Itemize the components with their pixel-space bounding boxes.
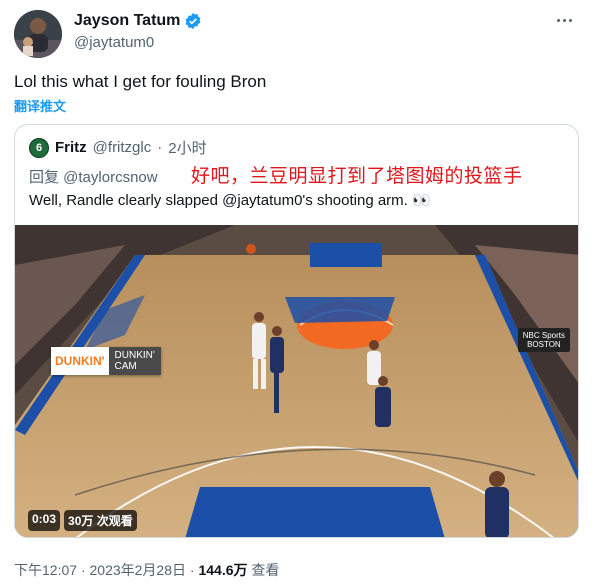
brand-line-1: DUNKIN' (114, 350, 155, 361)
author-name-row[interactable]: Jayson Tatum (74, 12, 202, 30)
quoted-separator: · (157, 139, 163, 156)
meta-separator: · (189, 562, 195, 578)
quoted-author-handle[interactable]: @fritzglc (93, 139, 152, 156)
network-line-1: NBC Sports (522, 331, 565, 340)
quoted-author-name[interactable]: Fritz (55, 139, 87, 156)
translate-tweet-link[interactable]: 翻译推文 (14, 96, 66, 115)
tweet-date[interactable]: 2023年2月28日 (90, 562, 187, 578)
caption-overlay: 好吧，兰豆明显打到了塔图姆的投篮手 (191, 166, 523, 187)
quoted-tweet-text: Well, Randle clearly slapped @jaytatum0'… (29, 192, 431, 209)
network-logo: NBC Sports BOSTON (517, 328, 570, 352)
more-options-icon[interactable] (553, 12, 575, 28)
brand-logo: DUNKIN' (51, 347, 109, 375)
video-frame (15, 225, 578, 537)
tweet-text: Lol this what I get for fouling Bron (14, 72, 267, 91)
video-duration: 0:03 (28, 510, 61, 531)
video-views: 30万 次观看 (64, 510, 137, 531)
brand-line-2: CAM (114, 361, 137, 372)
tweet-view-label: 查看 (251, 562, 280, 578)
quoted-timestamp[interactable]: 2小时 (168, 137, 206, 158)
quoted-tweet[interactable]: 6 Fritz @fritzglc · 2小时 回复 @taylorcsnow … (14, 124, 579, 538)
dunkin-cam-overlay: DUNKIN' DUNKIN' CAM (51, 347, 161, 375)
tweet-time[interactable]: 下午12:07 (14, 562, 77, 578)
verified-badge-icon (185, 12, 201, 30)
network-line-2: BOSTON (527, 340, 561, 349)
tweet-view-count: 144.6万 (198, 562, 248, 578)
author-avatar[interactable] (14, 10, 62, 58)
meta-separator: · (80, 562, 86, 578)
video-player[interactable]: DUNKIN' DUNKIN' CAM NBC Sports BOSTON (15, 225, 578, 537)
video-info: 0:03 30万 次观看 (28, 510, 137, 531)
brand-cam-label: DUNKIN' CAM (108, 347, 161, 375)
tweet-meta: 下午12:07 · 2023年2月28日 · 144.6万 查看 (14, 560, 279, 580)
reply-to-label[interactable]: 回复 @taylorcsnow (29, 166, 158, 187)
author-name[interactable]: Jayson Tatum (74, 12, 180, 30)
author-handle[interactable]: @jaytatum0 (74, 34, 154, 51)
quoted-header: 6 Fritz @fritzglc · 2小时 (29, 137, 207, 158)
quoted-avatar[interactable]: 6 (29, 137, 49, 158)
avatar-photo (14, 10, 62, 58)
